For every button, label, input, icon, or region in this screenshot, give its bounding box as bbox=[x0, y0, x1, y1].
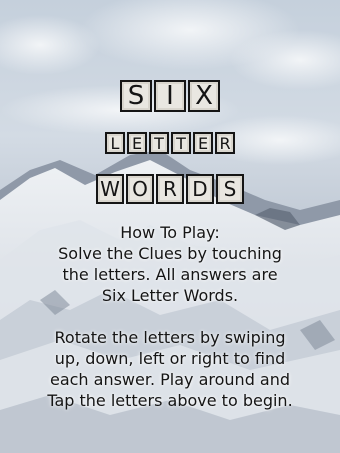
instructions-line: each answer. Play around and bbox=[49, 370, 291, 389]
letter-tile[interactable]: S bbox=[216, 174, 244, 204]
letter-tile[interactable]: D bbox=[186, 174, 214, 204]
letter-tile[interactable]: T bbox=[171, 132, 191, 154]
letter-tile[interactable]: E bbox=[127, 132, 147, 154]
title-word-letter[interactable]: L E T T E R bbox=[0, 132, 340, 154]
instructions-line: Rotate the letters by swiping bbox=[54, 328, 286, 347]
instructions-heading: How To Play: bbox=[120, 223, 220, 242]
letter-tile[interactable]: S bbox=[120, 80, 152, 112]
letter-tile[interactable]: X bbox=[188, 80, 220, 112]
instructions-line: Solve the Clues by touching bbox=[58, 244, 282, 263]
instructions-line: up, down, left or right to find bbox=[54, 349, 286, 368]
title-word-six[interactable]: S I X bbox=[0, 80, 340, 112]
instructions-line: the letters. All answers are bbox=[62, 265, 278, 284]
letter-tile[interactable]: T bbox=[149, 132, 169, 154]
instructions-line: Six Letter Words. bbox=[101, 286, 239, 305]
letter-tile[interactable]: I bbox=[154, 80, 186, 112]
how-to-play-instructions: How To Play: Solve the Clues by touching… bbox=[0, 222, 340, 411]
instructions-line: Tap the letters above to begin. bbox=[47, 391, 293, 410]
title-word-words[interactable]: W O R D S bbox=[0, 174, 340, 204]
letter-tile[interactable]: R bbox=[215, 132, 235, 154]
letter-tile[interactable]: L bbox=[105, 132, 125, 154]
letter-tile[interactable]: O bbox=[126, 174, 154, 204]
letter-tile[interactable]: W bbox=[96, 174, 124, 204]
letter-tile[interactable]: R bbox=[156, 174, 184, 204]
letter-tile[interactable]: E bbox=[193, 132, 213, 154]
